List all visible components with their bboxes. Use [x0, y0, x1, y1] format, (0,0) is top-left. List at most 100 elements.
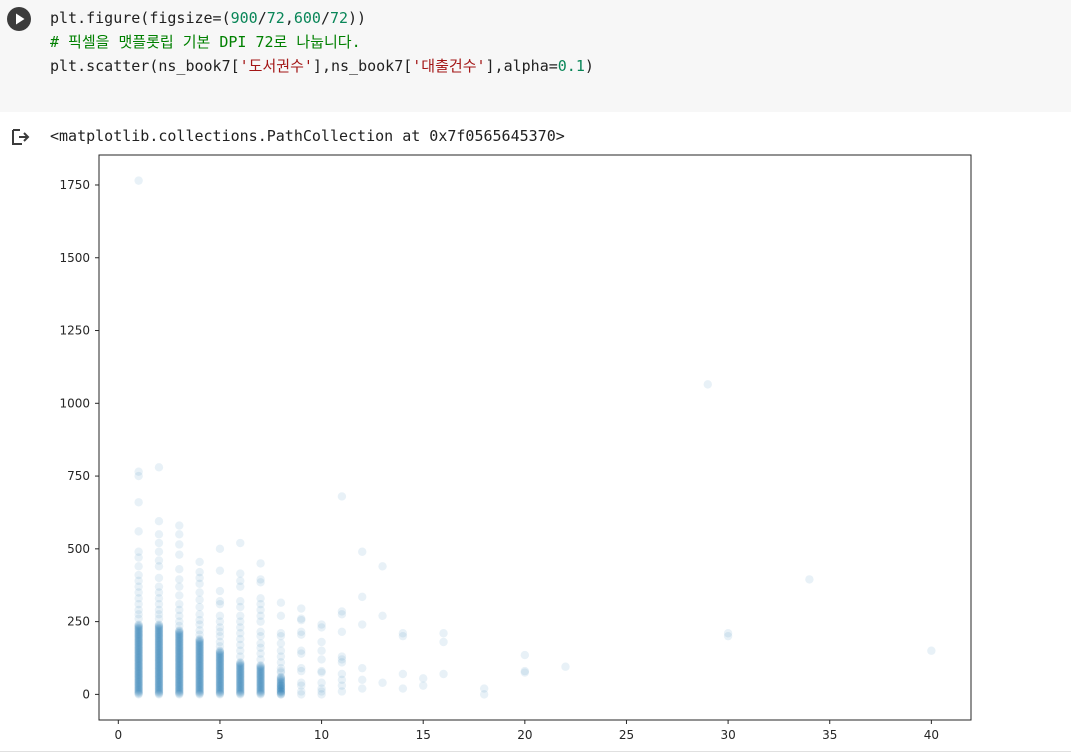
x-tick-label: 20 — [517, 728, 532, 742]
scatter-point — [317, 623, 326, 632]
scatter-point — [805, 575, 814, 584]
x-tick-label: 15 — [416, 728, 431, 742]
scatter-point — [358, 592, 367, 602]
scatter-point — [358, 675, 367, 685]
scatter-point — [317, 646, 326, 655]
y-tick-label: 1750 — [59, 178, 90, 192]
scatter-point — [276, 631, 286, 641]
output-action-icon[interactable] — [10, 126, 32, 148]
code-token: 72 — [329, 9, 349, 27]
code-token: ) — [584, 57, 594, 75]
scatter-point — [358, 547, 367, 556]
scatter-point — [195, 595, 204, 604]
scatter-point — [317, 690, 326, 699]
scatter-point — [175, 575, 184, 584]
scatter-point — [398, 669, 408, 679]
scatter-point — [703, 380, 712, 389]
scatter-point — [154, 573, 164, 583]
play-icon — [16, 13, 25, 25]
scatter-point — [337, 492, 347, 501]
code-token: ],ns_book7[ — [312, 57, 413, 75]
scatter-point — [215, 599, 225, 609]
scatter-point — [317, 637, 326, 647]
scatter-point — [439, 637, 448, 647]
code-cell[interactable]: plt.figure(figsize=(900/72,600/72)) # 픽셀을… — [0, 0, 1071, 112]
code-token: / — [320, 9, 330, 27]
y-tick-label: 1250 — [59, 324, 90, 338]
scatter-point — [236, 582, 245, 591]
scatter-point — [276, 611, 286, 620]
code-editor[interactable]: plt.figure(figsize=(900/72,600/72)) # 픽셀을… — [50, 6, 594, 78]
scatter-point — [154, 614, 164, 623]
scatter-point — [134, 562, 143, 571]
x-tick-label: 10 — [314, 728, 329, 742]
y-tick-label: 500 — [67, 542, 90, 556]
scatter-point — [479, 690, 489, 699]
y-tick-label: 1500 — [59, 251, 90, 265]
scatter-point — [134, 553, 143, 562]
code-token: , — [284, 9, 294, 27]
scatter-point — [317, 655, 326, 664]
code-token: '도서권수' — [239, 57, 313, 75]
code-line-2: # 픽셀을 맷플롯립 기본 DPI 72로 나눕니다. — [50, 30, 594, 54]
code-token: 0.1 — [557, 57, 585, 75]
run-cell-button[interactable] — [7, 7, 31, 31]
scatter-point — [297, 630, 306, 639]
scatter-point — [236, 569, 245, 578]
scatter-point — [256, 631, 265, 641]
scatter-point — [337, 658, 347, 667]
x-tick-label: 35 — [822, 728, 837, 742]
code-line-1: plt.figure(figsize=(900/72,600/72)) — [50, 6, 594, 30]
scatter-point — [297, 690, 306, 699]
scatter-point — [358, 684, 367, 693]
scatter-point — [276, 639, 286, 648]
code-token: )) — [348, 9, 367, 27]
x-tick-label: 0 — [114, 728, 122, 742]
scatter-point — [175, 591, 184, 600]
scatter-point — [175, 530, 184, 539]
scatter-point — [134, 527, 143, 536]
scatter-point — [154, 516, 164, 526]
scatter-point — [337, 627, 347, 637]
scatter-point — [154, 530, 164, 539]
scatter-point — [195, 630, 204, 639]
x-tick-label: 5 — [216, 728, 224, 742]
x-tick-label: 30 — [720, 728, 735, 742]
scatter-point — [297, 615, 306, 625]
scatter-point — [256, 617, 265, 626]
scatter-point — [419, 681, 428, 690]
code-token: / — [257, 9, 267, 27]
y-tick-label: 1000 — [59, 396, 90, 410]
scatter-point — [215, 642, 225, 651]
scatter-point — [154, 562, 164, 571]
scatter-point — [134, 176, 143, 185]
scatter-chart: 0 5 10 15 20 25 30 35 40 0 250 500 750 1000 1250 1500 17… — [0, 150, 1000, 754]
code-token: 72 — [266, 9, 285, 27]
scatter-point — [195, 602, 204, 612]
scatter-point — [154, 547, 164, 556]
scatter-point — [297, 604, 306, 613]
scatter-point — [134, 614, 143, 623]
scatter-point — [195, 588, 204, 597]
scatter-point — [317, 668, 326, 677]
scatter-point — [398, 684, 408, 693]
y-tick-label: 0 — [82, 687, 90, 701]
scatter-point — [378, 562, 387, 571]
scatter-point — [398, 631, 408, 641]
scatter-point — [134, 498, 143, 507]
scatter-point — [154, 538, 164, 548]
scatter-point — [236, 602, 245, 612]
scatter-point — [175, 582, 184, 591]
scatter-point — [723, 631, 733, 641]
code-token: # 픽셀을 맷플롯립 기본 DPI 72로 나눕니다. — [50, 33, 361, 51]
scatter-point — [175, 621, 184, 631]
plot-frame — [98, 154, 972, 721]
scatter-point — [215, 566, 225, 575]
scatter-point — [337, 610, 347, 619]
scatter-point — [276, 668, 286, 677]
y-tick-label: 750 — [67, 469, 90, 483]
scatter-point — [154, 463, 164, 472]
scatter-point — [439, 629, 448, 638]
scatter-point — [215, 544, 225, 554]
scatter-point — [561, 662, 570, 671]
